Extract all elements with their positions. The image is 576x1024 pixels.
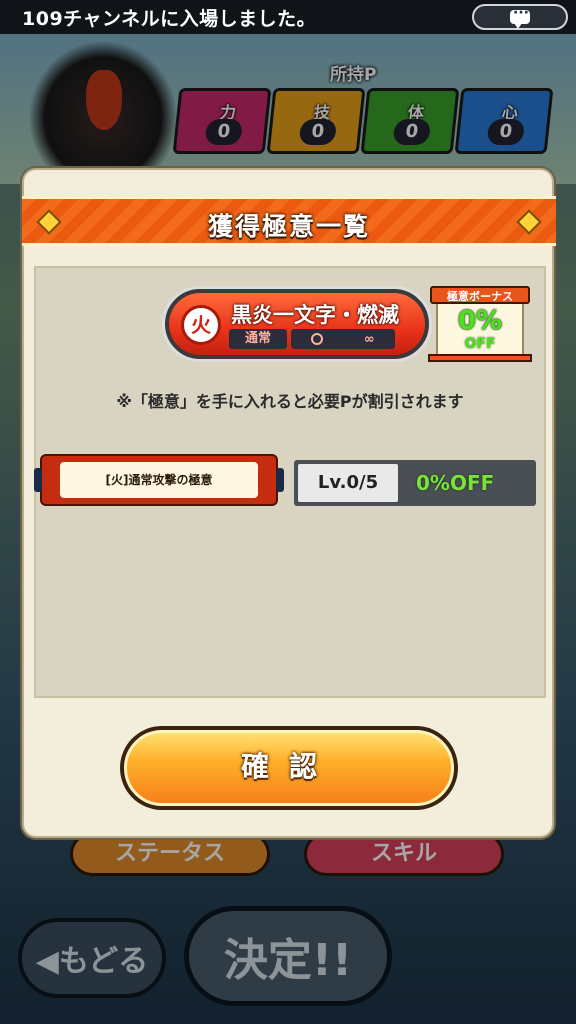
skill-type: 通常 xyxy=(229,329,287,349)
skill-discount: 0%OFF xyxy=(416,471,495,495)
skill-item-name: [火]通常攻撃の極意 xyxy=(60,462,258,498)
bonus-off-label: OFF xyxy=(464,336,496,352)
skill-bonus-card: 0% OFF 極意ボーナス xyxy=(428,286,532,362)
chat-bubble-icon xyxy=(510,5,530,29)
discount-note: ※「極意」を手に入れると必要Pが割引されます xyxy=(116,392,464,411)
acquired-skills-modal: 獲得極意一覧 火 黒炎一文字・燃滅 通常 ∞ 0% OFF 極意ボーナス ※「極… xyxy=(22,168,556,838)
clock-icon xyxy=(311,333,324,345)
notification-message: 109チャンネルに入場しました。 xyxy=(22,7,317,30)
skill-name: 黒炎一文字・燃滅 xyxy=(231,303,399,327)
skill-scroll: [火]通常攻撃の極意 xyxy=(34,454,284,506)
bonus-percent: 0% xyxy=(457,306,503,336)
notification-bar: 109チャンネルに入場しました。 xyxy=(0,0,576,34)
confirm-button-label: 確認 xyxy=(124,730,454,806)
duration-value: ∞ xyxy=(363,331,375,347)
skill-level: Lv.0/5 xyxy=(298,464,398,502)
chat-button[interactable] xyxy=(472,4,568,30)
skill-badge: 火 黒炎一文字・燃滅 通常 ∞ xyxy=(162,286,432,362)
list-item: [火]通常攻撃の極意 Lv.0/5 0%OFF xyxy=(34,454,540,506)
modal-header: 獲得極意一覧 xyxy=(22,196,556,246)
modal-title: 獲得極意一覧 xyxy=(207,212,370,241)
bonus-caption: 極意ボーナス xyxy=(430,286,530,304)
confirm-button[interactable]: 確認 xyxy=(120,726,458,810)
skill-duration: ∞ xyxy=(291,329,395,349)
fire-element-icon: 火 xyxy=(181,305,221,345)
level-panel: Lv.0/5 0%OFF xyxy=(294,460,536,506)
